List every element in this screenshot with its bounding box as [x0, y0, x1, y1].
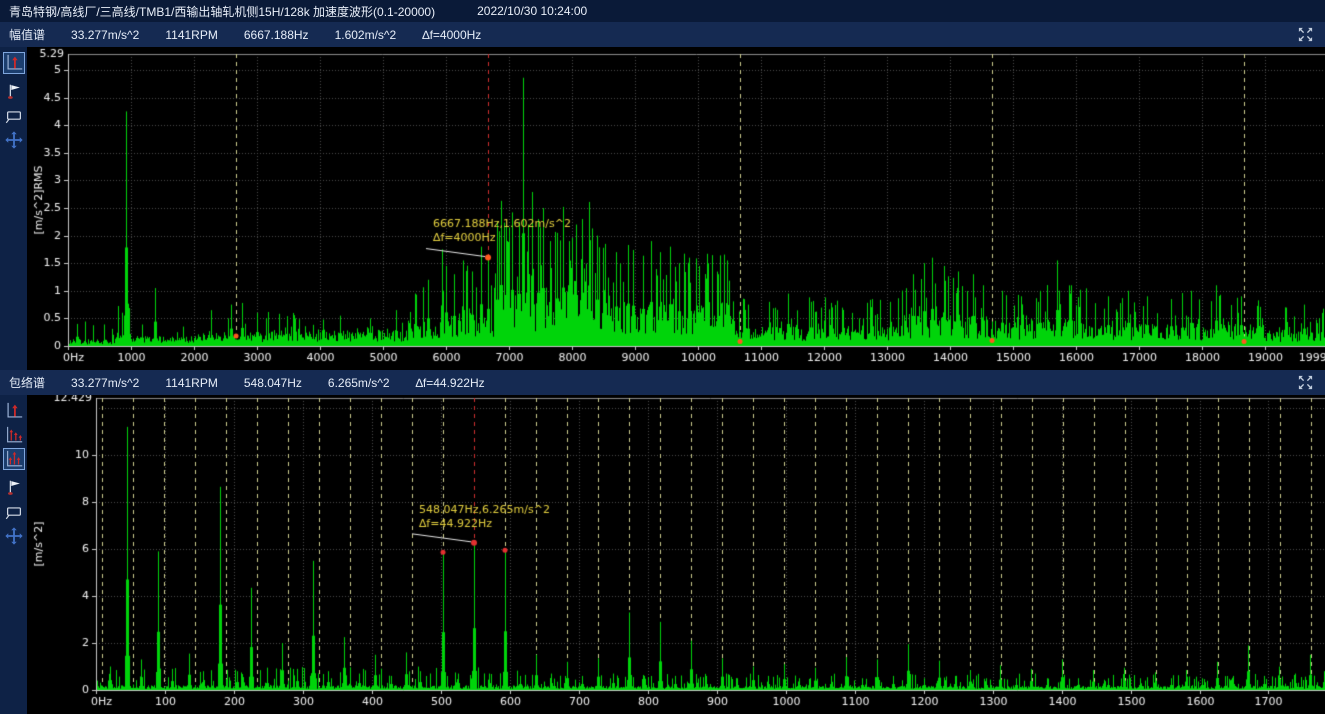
amplitude-chart-toolbar	[0, 47, 27, 370]
envelope-chart-area	[0, 395, 1325, 714]
metric-value: 33.277m/s^2	[71, 376, 139, 390]
flag-icon[interactable]	[3, 81, 25, 103]
single-cursor-icon[interactable]	[3, 400, 25, 422]
spectrum-type-label: 幅值谱	[9, 26, 45, 43]
metric-value: 1141RPM	[165, 376, 217, 390]
expand-icon[interactable]	[1297, 26, 1314, 43]
amplitude-spectrum-canvas[interactable]	[27, 47, 1325, 370]
timestamp: 2022/10/30 10:24:00	[477, 4, 587, 18]
metric-value: 1141RPM	[165, 28, 217, 42]
envelope-chart-toolbar	[0, 395, 27, 714]
envelope-metrics: 33.277m/s^2 1141RPM 548.047Hz 6.265m/s^2 ∆f=…	[71, 376, 511, 390]
amplitude-spectrum-header: 幅值谱 33.277m/s^2 1141RPM 6667.188Hz 1.602m/s…	[0, 22, 1325, 47]
metric-value: ∆f=44.922Hz	[416, 376, 485, 390]
label-icon[interactable]	[3, 105, 25, 127]
metric-value: 548.047Hz	[244, 376, 302, 390]
flag-icon[interactable]	[3, 477, 25, 499]
harmonic-cursor-icon[interactable]	[3, 424, 25, 446]
metric-value: 6667.188Hz	[244, 28, 309, 42]
metric-value: 33.277m/s^2	[71, 28, 139, 42]
window-title-bar: 青岛特钢/高线厂/三高线/TMB1/西输出轴轧机侧15H/128k 加速度波形(…	[0, 0, 1325, 22]
sideband-cursor-icon[interactable]	[3, 448, 25, 470]
expand-icon[interactable]	[1297, 374, 1314, 391]
single-cursor-icon[interactable]	[3, 52, 25, 74]
amplitude-chart-area	[0, 47, 1325, 370]
breadcrumb: 青岛特钢/高线厂/三高线/TMB1/西输出轴轧机侧15H/128k 加速度波形(…	[9, 3, 435, 20]
amplitude-metrics: 33.277m/s^2 1141RPM 6667.188Hz 1.602m/s^2 ∆f…	[71, 28, 507, 42]
label-icon[interactable]	[3, 501, 25, 523]
metric-value: 1.602m/s^2	[335, 28, 397, 42]
spectrum-type-label: 包络谱	[9, 374, 45, 391]
envelope-spectrum-canvas[interactable]	[27, 395, 1325, 714]
envelope-spectrum-header: 包络谱 33.277m/s^2 1141RPM 548.047Hz 6.265m/s^…	[0, 370, 1325, 395]
metric-value: ∆f=4000Hz	[422, 28, 481, 42]
move-icon[interactable]	[3, 525, 25, 547]
metric-value: 6.265m/s^2	[328, 376, 390, 390]
move-icon[interactable]	[3, 129, 25, 151]
